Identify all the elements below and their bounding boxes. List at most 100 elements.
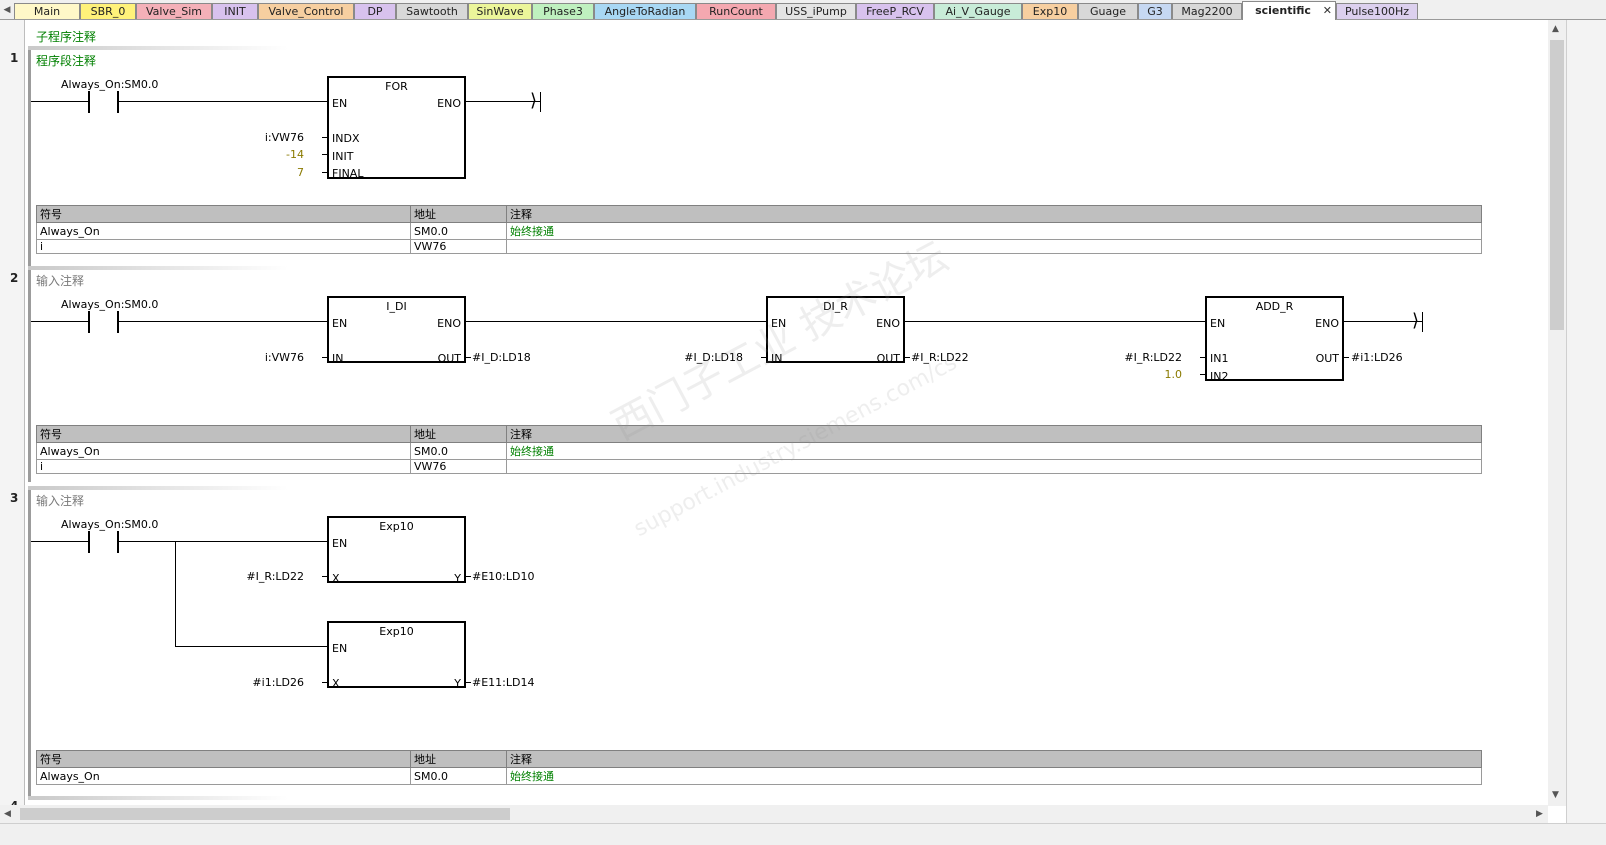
contact-right-bar[interactable] — [117, 91, 119, 113]
tab-guage[interactable]: Guage — [1078, 3, 1138, 19]
scroll-right-icon[interactable]: ▶ — [1536, 809, 1543, 819]
pin-stub — [1200, 374, 1205, 375]
tab-valve-sim[interactable]: Valve_Sim — [136, 3, 212, 19]
tab-ai-v-gauge[interactable]: Ai_V_Gauge — [934, 3, 1022, 19]
pin-init: INIT — [332, 150, 354, 163]
final-operand[interactable]: 7 — [297, 166, 304, 179]
in2-operand[interactable]: 1.0 — [1165, 368, 1183, 381]
symbol-header: 符号 — [36, 205, 411, 223]
rung-end-bar — [540, 92, 541, 112]
subroutine-comment[interactable]: 子程序注释 — [36, 28, 96, 45]
rung-wire — [119, 321, 328, 322]
tab-init[interactable]: INIT — [212, 3, 258, 19]
program-tab-bar: ◀ Main SBR_0 Valve_Sim INIT Valve_Control DP S… — [0, 0, 1606, 20]
pin-stub — [322, 682, 327, 683]
network-comment[interactable]: 输入注释 — [36, 272, 84, 289]
tab-label: Guage — [1090, 5, 1126, 18]
pin-out: OUT — [437, 352, 461, 365]
comment-cell: 始终接通 — [506, 442, 1482, 460]
scroll-down-icon[interactable]: ▼ — [1552, 790, 1559, 800]
contact-left-bar[interactable] — [88, 311, 90, 333]
tab-label: Ai_V_Gauge — [945, 5, 1011, 18]
pin-eno: ENO — [437, 97, 461, 110]
pin-stub — [322, 154, 327, 155]
contact-left-bar[interactable] — [88, 531, 90, 553]
eno-wire — [466, 101, 540, 102]
pin-stub — [322, 137, 327, 138]
pin-eno: ENO — [1315, 317, 1339, 330]
vertical-scroll-thumb[interactable] — [1550, 40, 1564, 330]
for-box[interactable]: FOR EN ENO INDX INIT FINAL — [327, 76, 466, 180]
tab-sbr-0[interactable]: SBR_0 — [80, 3, 136, 19]
table-row[interactable]: Always_On SM0.0 始终接通 — [36, 222, 1482, 240]
tab-angletoradian[interactable]: AngleToRadian — [594, 3, 696, 19]
out-operand[interactable]: #I_D:LD18 — [472, 351, 531, 364]
rung-wire — [31, 321, 88, 322]
scroll-left-icon[interactable]: ◀ — [4, 809, 11, 819]
scroll-up-icon[interactable]: ▲ — [1552, 24, 1559, 34]
tab-sinwave[interactable]: SinWave — [468, 3, 532, 19]
contact-right-bar[interactable] — [117, 311, 119, 333]
tab-scroll-left-icon[interactable]: ◀ — [0, 0, 14, 20]
contact-label: Always_On:SM0.0 — [61, 518, 159, 531]
contact-label: Always_On:SM0.0 — [61, 298, 159, 311]
tab-label: Pulse100Hz — [1344, 5, 1409, 18]
pin-stub — [1344, 357, 1349, 358]
symbol-cell: Always_On — [36, 767, 411, 785]
table-row[interactable]: Always_On SM0.0 始终接通 — [36, 767, 1482, 785]
i-di-box[interactable]: I_DI EN ENO IN OUT — [327, 296, 466, 365]
add-r-box[interactable]: ADD_R EN ENO IN1 IN2 OUT — [1205, 296, 1344, 383]
rung-wire — [466, 321, 767, 322]
tab-label: FreeP_RCV — [866, 5, 924, 18]
contact-right-bar[interactable] — [117, 531, 119, 553]
tab-exp10[interactable]: Exp10 — [1022, 3, 1078, 19]
tab-dp[interactable]: DP — [354, 3, 396, 19]
network-number: 2 — [10, 271, 19, 285]
tab-valve-control[interactable]: Valve_Control — [258, 3, 354, 19]
pin-eno: ENO — [876, 317, 900, 330]
exp10-box[interactable]: Exp10 EN X Y — [327, 516, 466, 585]
init-operand[interactable]: -14 — [286, 148, 304, 161]
tab-g3[interactable]: G3 — [1138, 3, 1172, 19]
y-operand[interactable]: #E10:LD10 — [472, 570, 534, 583]
tab-label: scientific — [1255, 4, 1311, 17]
tab-pulse100hz[interactable]: Pulse100Hz — [1336, 3, 1418, 19]
x-operand[interactable]: #I_R:LD22 — [246, 570, 304, 583]
tab-label: DP — [367, 5, 383, 18]
x-operand[interactable]: #i1:LD26 — [252, 676, 304, 689]
tab-scientific[interactable]: scientific ✕ — [1242, 1, 1336, 20]
box-title: ADD_R — [1255, 300, 1294, 313]
comment-header: 注释 — [506, 750, 1482, 768]
rung-end-arrow-icon: ⟩ — [1412, 310, 1420, 331]
out-operand[interactable]: #i1:LD26 — [1351, 351, 1403, 364]
pin-x: X — [332, 572, 340, 585]
eno-wire — [1344, 321, 1422, 322]
pin-stub — [322, 357, 327, 358]
network-comment[interactable]: 输入注释 — [36, 492, 84, 509]
rung-wire — [119, 101, 328, 102]
network-comment[interactable]: 程序段注释 — [36, 52, 96, 69]
horizontal-scroll-thumb[interactable] — [20, 808, 510, 820]
table-row[interactable]: i VW76 — [36, 239, 1482, 254]
ladder-editor: 子程序注释 1 程序段注释 Always_On:SM0.0 FOR EN ENO… — [0, 20, 1588, 826]
tab-sawtooth[interactable]: Sawtooth — [396, 3, 468, 19]
tab-phase3[interactable]: Phase3 — [532, 3, 594, 19]
in-operand[interactable]: i:VW76 — [265, 351, 304, 364]
pin-eno: ENO — [437, 317, 461, 330]
close-tab-icon[interactable]: ✕ — [1323, 2, 1332, 19]
tab-uss-ipump[interactable]: USS_iPump — [776, 3, 856, 19]
tab-runcount[interactable]: RunCount — [696, 3, 776, 19]
contact-label: Always_On:SM0.0 — [61, 78, 159, 91]
tab-label: G3 — [1147, 5, 1163, 18]
tab-main[interactable]: Main — [14, 3, 80, 19]
tab-freep-rcv[interactable]: FreeP_RCV — [856, 3, 934, 19]
in1-operand[interactable]: #I_R:LD22 — [1124, 351, 1182, 364]
tab-mag2200[interactable]: Mag2200 — [1172, 3, 1242, 19]
pin-stub — [466, 576, 471, 577]
indx-operand[interactable]: i:VW76 — [265, 131, 304, 144]
pin-stub — [1200, 357, 1205, 358]
y-operand[interactable]: #E11:LD14 — [472, 676, 534, 689]
contact-left-bar[interactable] — [88, 91, 90, 113]
exp10-box[interactable]: Exp10 EN X Y — [327, 621, 466, 690]
rung-wire — [119, 541, 328, 542]
